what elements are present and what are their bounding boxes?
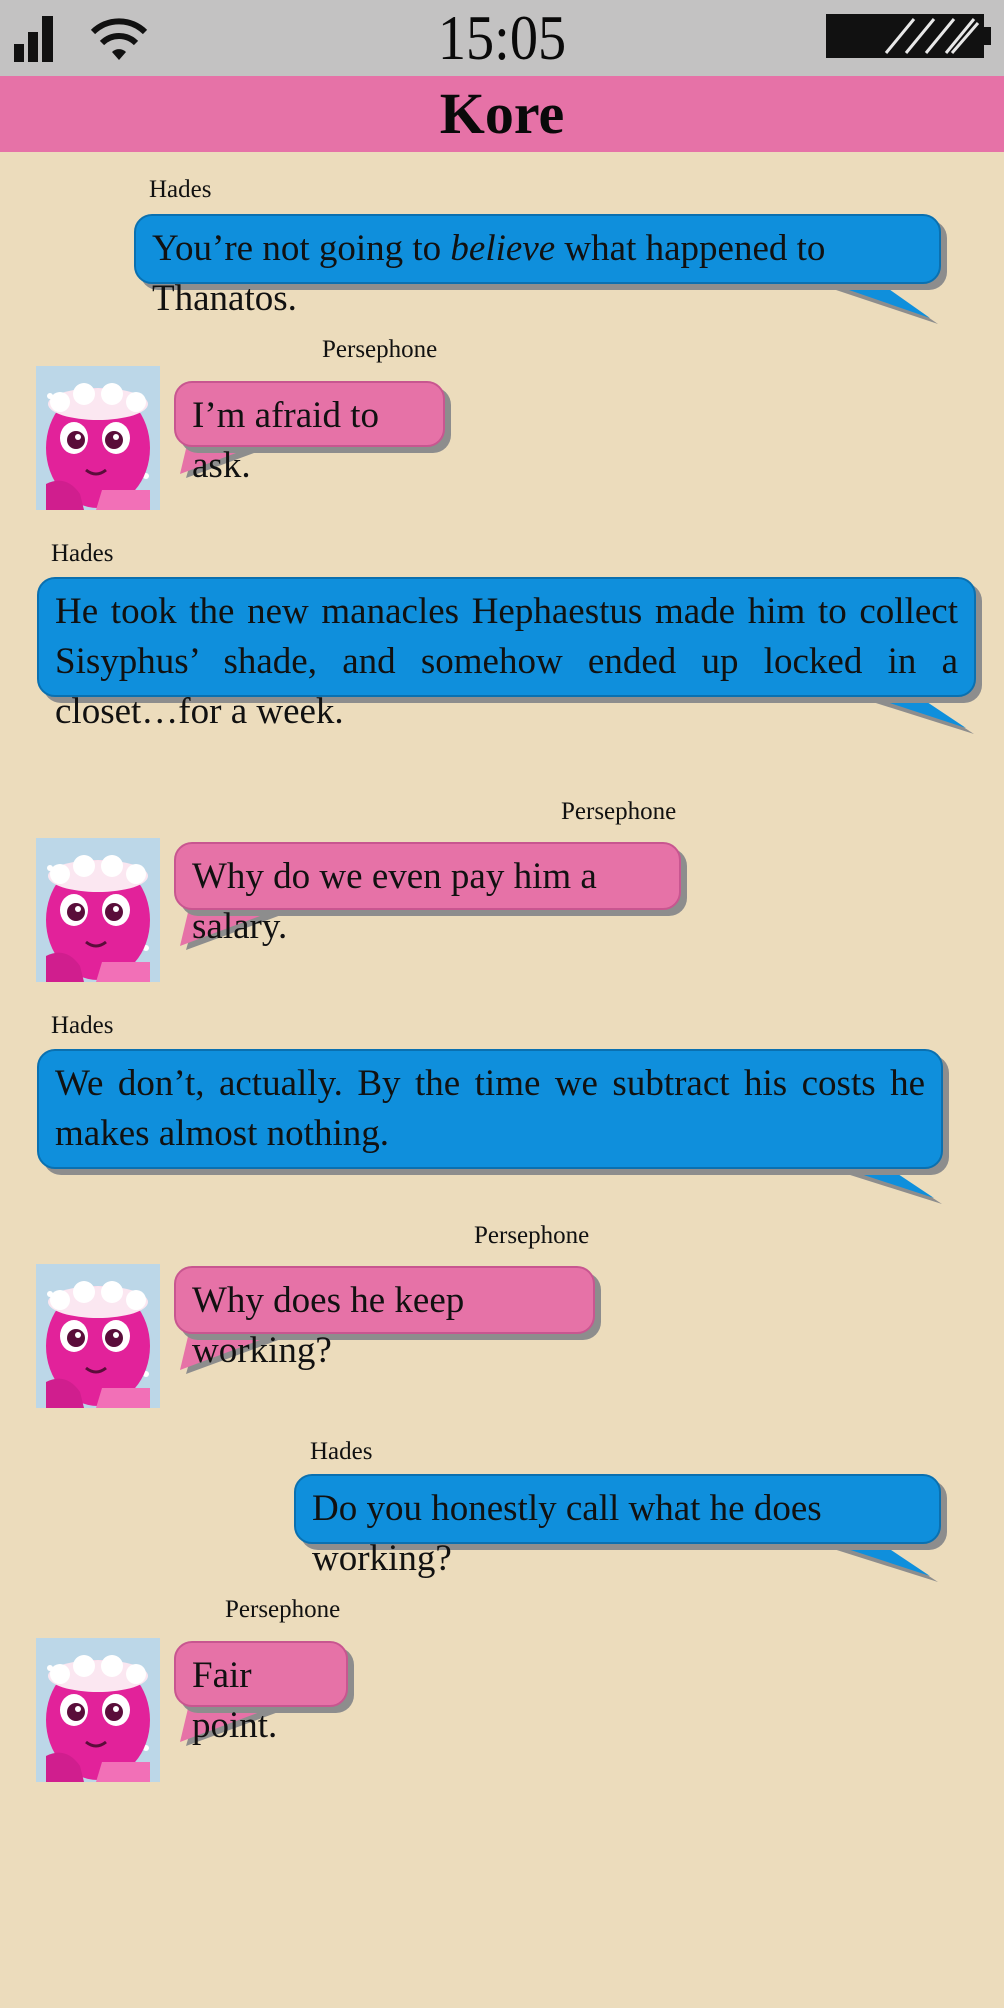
sender-name: Hades <box>51 540 114 567</box>
message-text: You’re not going to <box>152 228 451 269</box>
message-bubble-hades[interactable]: Do you honestly call what he does workin… <box>294 1474 941 1579</box>
sender-name: Persephone <box>225 1596 341 1623</box>
conversation-title[interactable]: Kore <box>0 82 1004 146</box>
message-bubble-hades[interactable]: You’re not going to believe what happene… <box>134 214 941 319</box>
status-time: 15:05 <box>437 2 567 73</box>
message-emphasis: believe <box>450 228 556 269</box>
bubble-tail <box>820 280 938 324</box>
persephone-avatar[interactable] <box>36 366 160 510</box>
persephone-avatar[interactable] <box>36 1264 160 1408</box>
sender-name: Hades <box>51 1012 114 1039</box>
bubble-tail <box>820 1540 938 1582</box>
bubble-tail <box>856 692 974 734</box>
sender-name: Persephone <box>474 1222 590 1249</box>
message-bubble-persephone[interactable]: Fair point. <box>174 1641 348 1746</box>
sender-name: Hades <box>149 176 212 203</box>
persephone-avatar[interactable] <box>36 838 160 982</box>
message-bubble-hades[interactable]: We don’t, actually. By the time we subtr… <box>37 1049 943 1169</box>
sender-name: Persephone <box>561 798 677 825</box>
sender-name: Persephone <box>322 336 438 363</box>
status-bar: 15:05 <box>0 0 1004 76</box>
sender-name: Hades <box>310 1438 373 1465</box>
battery-icon <box>826 14 991 58</box>
message-bubble-persephone[interactable]: Why do we even pay him a salary. <box>174 842 681 947</box>
message-bubble-persephone[interactable]: I’m afraid to ask. <box>174 381 445 486</box>
message-bubble-hades[interactable]: He took the new manacles Hephaestus made… <box>37 577 976 732</box>
message-bubble-persephone[interactable]: Why does he keep working? <box>174 1266 595 1371</box>
conversation-header: Kore <box>0 76 1004 152</box>
cellular-signal-icon <box>14 16 53 62</box>
persephone-avatar[interactable] <box>36 1638 160 1782</box>
